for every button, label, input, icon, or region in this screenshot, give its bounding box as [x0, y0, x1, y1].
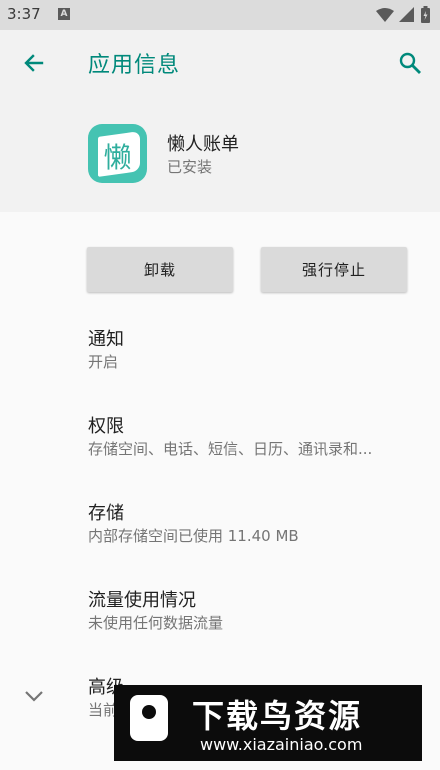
search-icon[interactable] — [398, 51, 422, 75]
page-title: 应用信息 — [88, 53, 181, 78]
pref-title: 权限 — [88, 416, 124, 437]
watermark-banner: 下载鸟资源 www.xiazainiao.com — [114, 685, 422, 761]
status-bar: 3:37 A — [0, 0, 440, 30]
app-info-header — [0, 30, 440, 212]
watermark-url: www.xiazainiao.com — [200, 735, 363, 754]
force-stop-button[interactable]: 强行停止 — [261, 247, 407, 292]
watermark-logo-icon — [130, 695, 168, 741]
wifi-icon — [376, 8, 394, 22]
uninstall-button[interactable]: 卸载 — [87, 247, 233, 292]
pref-item-permissions[interactable]: 权限 存储空间、电话、短信、日历、通讯录和... — [0, 402, 440, 482]
pref-item-data-usage[interactable]: 流量使用情况 未使用任何数据流量 — [0, 576, 440, 656]
watermark-title: 下载鸟资源 — [192, 697, 363, 735]
pref-summary: 内部存储空间已使用 11.40 MB — [88, 527, 299, 545]
status-time: 3:37 — [7, 5, 41, 23]
app-icon-glyph: 懒 — [103, 141, 132, 174]
app-install-status: 已安装 — [167, 158, 213, 176]
arrow-left-icon[interactable] — [22, 51, 46, 75]
pref-title: 流量使用情况 — [88, 590, 196, 611]
pref-title: 存储 — [88, 503, 124, 524]
chevron-down-icon[interactable] — [24, 690, 44, 702]
notification-a-icon: A — [58, 8, 70, 20]
pref-title: 通知 — [88, 329, 124, 350]
app-icon: 懒 — [88, 124, 147, 183]
pref-item-notifications[interactable]: 通知 开启 — [0, 315, 440, 395]
signal-icon — [399, 7, 414, 22]
pref-summary: 存储空间、电话、短信、日历、通讯录和... — [88, 440, 373, 458]
app-name: 懒人账单 — [167, 134, 239, 155]
battery-icon — [421, 6, 430, 23]
pref-item-storage[interactable]: 存储 内部存储空间已使用 11.40 MB — [0, 489, 440, 569]
pref-summary: 未使用任何数据流量 — [88, 614, 224, 632]
pref-summary: 开启 — [88, 353, 119, 371]
